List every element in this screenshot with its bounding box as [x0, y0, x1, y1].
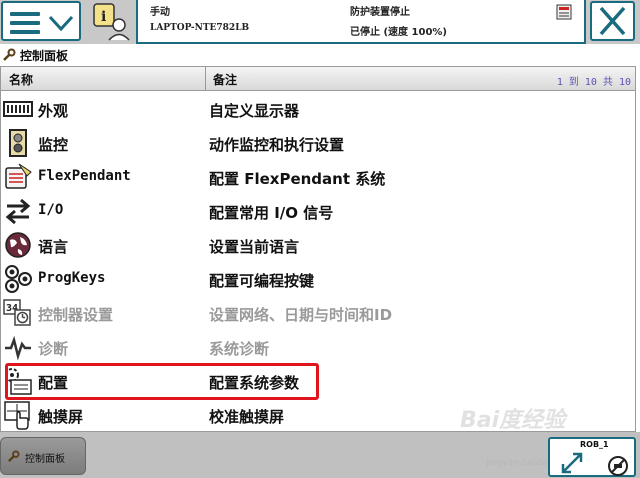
row-note: 系统诊断 — [209, 340, 270, 358]
status-panel[interactable]: 手动 LAPTOP-NTE782LB 防护装置停止 已停止 (速度 100%) — [136, 0, 586, 44]
pager-label: 1 到 10 共 10 — [556, 77, 631, 88]
row-supervision[interactable]: 监控 动作监控和执行设置 — [1, 126, 635, 160]
monitor-icon — [9, 129, 27, 157]
display-icon — [3, 101, 33, 117]
row-flexpendant[interactable]: FlexPendant 配置 FlexPendant 系统 — [1, 160, 635, 194]
mechanical-unit-label: ROB_1 — [580, 440, 609, 449]
task-tab-label: 控制面板 — [25, 454, 65, 465]
jog-axes-icon — [561, 452, 583, 474]
hamburger-icon — [10, 12, 40, 34]
page-title-row: 控制面板 — [0, 44, 640, 66]
page-title: 控制面板 — [20, 49, 69, 63]
row-diagnostics[interactable]: 诊断 系统诊断 — [1, 330, 635, 364]
row-name: I/O — [38, 202, 64, 218]
column-header-name: 名称 — [9, 73, 34, 87]
flexpendant-icon — [5, 163, 32, 189]
row-appearance[interactable]: 外观 自定义显示器 — [1, 92, 635, 126]
event-log-icon[interactable]: i — [93, 3, 131, 41]
row-note: 动作监控和执行设置 — [209, 136, 345, 154]
row-name: 诊断 — [38, 340, 69, 358]
row-name: 外观 — [38, 102, 69, 120]
row-note: 配置 FlexPendant 系统 — [209, 170, 386, 188]
row-name: 监控 — [38, 136, 69, 154]
row-name: ProgKeys — [38, 270, 106, 286]
row-note: 配置可编程按键 — [209, 272, 315, 290]
row-progkeys[interactable]: ProgKeys 配置可编程按键 — [1, 262, 635, 296]
controller-settings-icon: 34 — [3, 299, 31, 326]
diagnostics-icon — [5, 335, 31, 361]
row-note: 设置当前语言 — [209, 238, 300, 256]
column-header-note: 备注 — [213, 73, 238, 87]
progkeys-icon — [5, 265, 32, 293]
table-header: 名称 备注 1 到 10 共 10 — [1, 67, 635, 91]
row-io[interactable]: I/O 配置常用 I/O 信号 — [1, 194, 635, 228]
control-panel-table: 名称 备注 1 到 10 共 10 外观 自定义显示器 监控 动作监控和执行设置 — [0, 66, 636, 432]
wrench-icon — [8, 450, 20, 462]
quickset-button[interactable]: ROB_1 — [548, 437, 636, 477]
status-bar: i 手动 LAPTOP-NTE782LB 防护装置停止 已停止 (速度 100%… — [0, 0, 640, 44]
close-icon — [599, 6, 626, 36]
touchscreen-icon — [4, 401, 30, 430]
io-icon — [5, 198, 31, 225]
row-name: 触摸屏 — [38, 408, 84, 426]
operating-mode: 手动 — [150, 7, 170, 18]
watermark: Bai度经验 — [460, 408, 566, 433]
safeguard-status: 防护装置停止 — [350, 7, 410, 18]
selection-highlight — [5, 363, 319, 400]
row-controller-settings[interactable]: 34 控制器设置 设置网络、日期与时间和ID — [1, 296, 635, 330]
motor-state: 已停止 (速度 100%) — [350, 27, 447, 38]
disabled-increment-icon — [608, 456, 628, 476]
row-name: FlexPendant — [38, 168, 131, 184]
row-note: 自定义显示器 — [209, 102, 300, 120]
task-bar: 控制面板 — [0, 432, 640, 478]
row-language[interactable]: 语言 设置当前语言 — [1, 228, 635, 262]
svg-text:i: i — [101, 9, 106, 25]
wrench-icon — [3, 48, 16, 61]
task-tab-control-panel[interactable]: 控制面板 — [0, 437, 86, 475]
controller-name: LAPTOP-NTE782LB — [150, 23, 250, 33]
row-note: 设置网络、日期与时间和ID — [209, 306, 393, 324]
row-name: 控制器设置 — [38, 306, 114, 324]
chevron-down-icon — [48, 15, 74, 32]
row-note: 校准触摸屏 — [209, 408, 285, 426]
globe-icon — [5, 232, 31, 258]
abb-menu-button[interactable] — [1, 1, 81, 41]
column-divider — [205, 67, 206, 91]
close-button[interactable] — [590, 1, 635, 41]
program-doc-icon — [556, 4, 572, 20]
row-name: 语言 — [38, 238, 69, 256]
row-note: 配置常用 I/O 信号 — [209, 204, 334, 222]
